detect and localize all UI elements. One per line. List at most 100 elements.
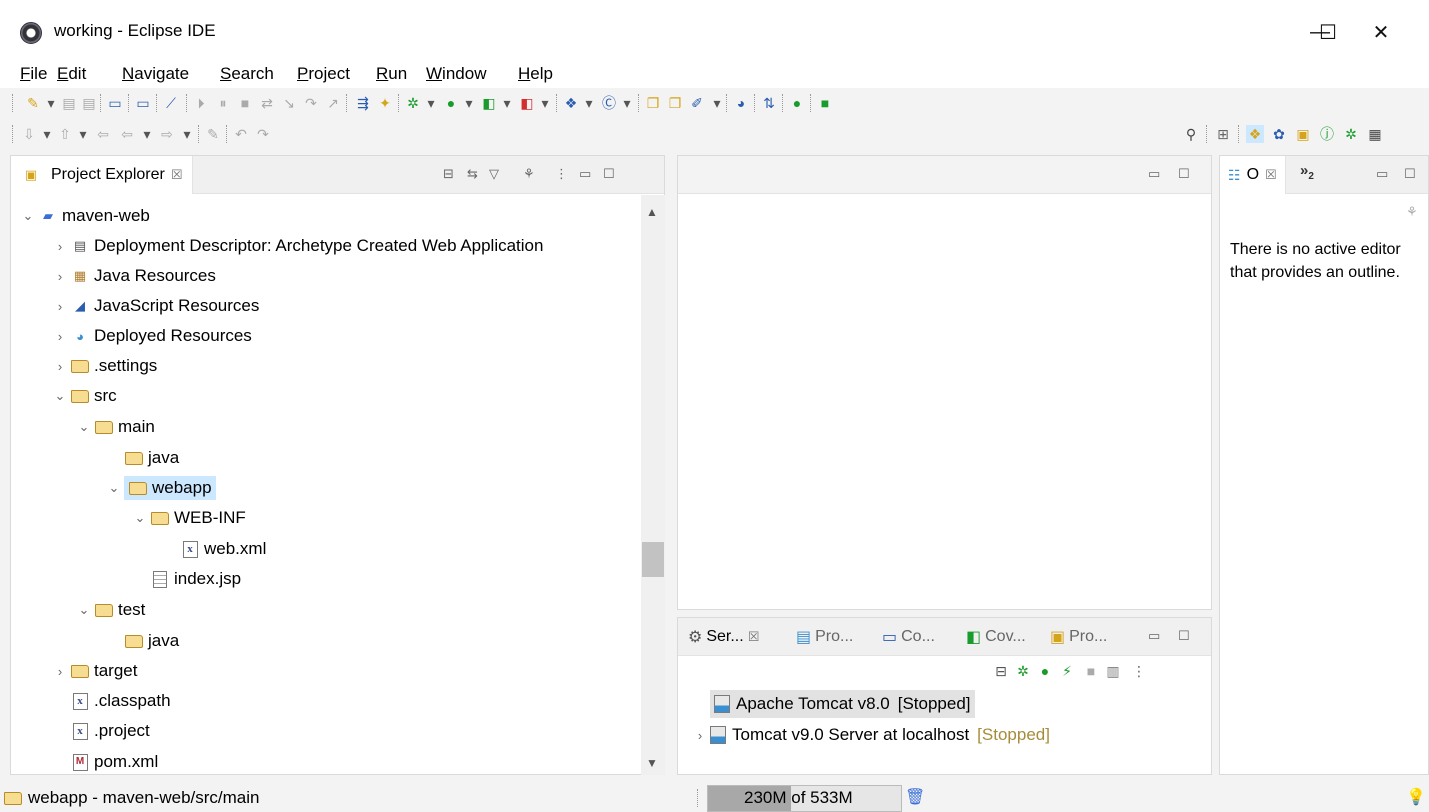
debug-icon[interactable]: ✲ [404, 94, 422, 112]
pin-editor-icon[interactable]: ✎ [204, 125, 222, 143]
previous-annotation-icon[interactable]: ⇧ [56, 125, 74, 143]
open-type-icon[interactable]: ❐ [644, 94, 662, 112]
skip-breakpoints-icon[interactable]: ⟋ [162, 94, 180, 112]
save-all-icon[interactable]: ▤ [80, 94, 98, 112]
filter-icon[interactable]: ▽ [489, 166, 499, 182]
expand-toggle[interactable]: ⌄ [130, 510, 150, 526]
search-tool-icon[interactable]: ✐ [688, 94, 706, 112]
disconnect-icon[interactable]: ⇄ [258, 94, 276, 112]
maximize-view-icon[interactable]: ☐ [603, 166, 615, 182]
undo-icon[interactable]: ↶ [232, 125, 250, 143]
view-menu-icon[interactable]: ⋮ [555, 166, 568, 182]
dropdown-arrow-icon[interactable]: ▾ [708, 94, 726, 112]
server-row-tomcat8[interactable]: Apache Tomcat v8.0 [Stopped] [710, 690, 975, 718]
step-over-icon[interactable]: ↷ [302, 94, 320, 112]
tab-coverage[interactable]: ◧ Cov... [966, 627, 1026, 647]
step-into-icon[interactable]: ↘ [280, 94, 298, 112]
new-class-icon[interactable]: Ⓒ [600, 94, 618, 112]
menu-run[interactable]: Run [376, 64, 407, 84]
expand-toggle[interactable]: › [50, 359, 70, 374]
open-folder-icon[interactable]: ❐ [666, 94, 684, 112]
start-server-icon[interactable]: ● [1036, 662, 1054, 680]
dropdown-arrow-icon[interactable]: ▾ [618, 94, 636, 112]
menu-help[interactable]: Help [518, 64, 553, 84]
expand-toggle[interactable]: › [690, 728, 710, 743]
database-perspective-icon[interactable]: ▦ [1366, 125, 1384, 143]
expand-toggle[interactable]: › [50, 239, 70, 254]
profile-server-icon[interactable]: ⚡ [1058, 662, 1076, 680]
expand-toggle[interactable]: ⌄ [74, 419, 94, 435]
explorer-scrollbar[interactable] [641, 195, 665, 775]
dropdown-arrow-icon[interactable]: ▾ [42, 94, 60, 112]
tab-servers[interactable]: ⚙ Ser... ☒ [688, 627, 759, 647]
dropdown-arrow-icon[interactable]: ▾ [580, 94, 598, 112]
close-icon[interactable]: ☒ [171, 167, 183, 183]
tree-item-test[interactable]: ⌄ test [74, 595, 146, 625]
maximize-editor-icon[interactable]: ☐ [1178, 166, 1190, 182]
coverage-icon[interactable]: ◧ [480, 94, 498, 112]
tree-item-classpath[interactable]: x .classpath [70, 686, 171, 716]
minimize-editor-icon[interactable]: ▭ [1148, 166, 1160, 182]
expand-toggle[interactable]: ⌄ [74, 602, 94, 618]
forward-icon[interactable]: ⇨ [158, 125, 176, 143]
close-icon[interactable]: ☒ [1265, 167, 1277, 183]
publish-icon[interactable]: ▥ [1104, 662, 1122, 680]
tree-item-settings[interactable]: › .settings [50, 351, 157, 381]
menu-edit[interactable]: Edit [57, 64, 86, 84]
tab-console[interactable]: ▭ Co... [882, 627, 935, 647]
tree-item-web-xml[interactable]: x web.xml [160, 534, 266, 564]
search-icon[interactable]: ⚲ [1182, 125, 1200, 143]
tab-outline[interactable]: ☷ O ☒ [1220, 156, 1286, 194]
terminate-icon[interactable]: ■ [236, 94, 254, 112]
garbage-collect-icon[interactable]: 🗑 [905, 787, 925, 807]
collapse-all-icon[interactable]: ⊟ [443, 166, 454, 182]
link-with-editor-icon[interactable]: ⇆ [467, 166, 478, 182]
dropdown-arrow-icon[interactable]: ▾ [38, 125, 56, 143]
resource-perspective-icon[interactable]: ▣ [1294, 125, 1312, 143]
step-return-icon[interactable]: ↗ [324, 94, 342, 112]
tab-problems[interactable]: ▣ Pro... [1050, 627, 1107, 647]
java-perspective-icon[interactable]: ✿ [1270, 125, 1288, 143]
tree-item-test-java[interactable]: java [104, 626, 179, 656]
server-row-tomcat9[interactable]: › Tomcat v9.0 Server at localhost [Stopp… [690, 721, 1050, 749]
tree-item-project[interactable]: x .project [70, 716, 150, 746]
scroll-down-icon[interactable]: ▼ [646, 756, 658, 770]
java-ee-perspective-icon[interactable]: ❖ [1246, 125, 1264, 143]
tree-item-java[interactable]: java [104, 443, 179, 473]
focus-icon[interactable]: ⚘ [523, 166, 535, 182]
run-icon[interactable]: ● [442, 94, 460, 112]
next-annotation-icon[interactable]: ⇩ [20, 125, 38, 143]
tree-item-web-inf[interactable]: ⌄ WEB-INF [130, 503, 246, 533]
new-java-project-icon[interactable]: ❖ [562, 94, 580, 112]
javascript-perspective-icon[interactable]: ⓙ [1318, 125, 1336, 143]
dropdown-arrow-icon[interactable]: ▾ [498, 94, 516, 112]
menu-window[interactable]: Window [426, 64, 486, 84]
menu-project[interactable]: Project [297, 64, 350, 84]
menu-search[interactable]: Search [220, 64, 274, 84]
focus-icon[interactable]: ⚘ [1406, 204, 1418, 220]
last-edit-location-icon[interactable]: ⇦ [94, 125, 112, 143]
open-perspective-icon[interactable]: ⊞ [1214, 125, 1232, 143]
expand-toggle[interactable]: ⌄ [104, 480, 124, 496]
back-icon[interactable]: ⇦ [118, 125, 136, 143]
close-icon[interactable]: ☒ [748, 629, 760, 645]
terminal-icon[interactable]: ▭ [106, 94, 124, 112]
tip-lightbulb-icon[interactable]: 💡 [1406, 787, 1426, 807]
suspend-icon[interactable]: ⏸ [214, 94, 232, 112]
minimize-view-icon[interactable]: ▭ [1148, 628, 1160, 644]
status-green-icon[interactable]: ■ [816, 94, 834, 112]
tree-item-index-jsp[interactable]: index.jsp [130, 564, 241, 594]
tree-item-pom-xml[interactable]: M pom.xml [70, 747, 158, 777]
expand-toggle[interactable]: › [50, 329, 70, 344]
dropdown-arrow-icon[interactable]: ▾ [536, 94, 554, 112]
tree-item-target[interactable]: › target [50, 656, 138, 686]
new-icon[interactable]: ✎ [24, 94, 42, 112]
debug-perspective-icon[interactable]: ✲ [1342, 125, 1360, 143]
tree-item-deployment-descriptor[interactable]: › ▤ Deployment Descriptor: Archetype Cre… [50, 231, 544, 261]
tab-properties[interactable]: ▤ Pro... [796, 627, 853, 647]
dropdown-arrow-icon[interactable]: ▾ [138, 125, 156, 143]
tab-project-explorer[interactable]: ▣ Project Explorer ☒ [11, 156, 194, 194]
overflow-tabs-icon[interactable]: »2 [1300, 162, 1314, 182]
expand-toggle[interactable]: › [50, 664, 70, 679]
maximize-button[interactable]: ☐ [1305, 14, 1351, 50]
